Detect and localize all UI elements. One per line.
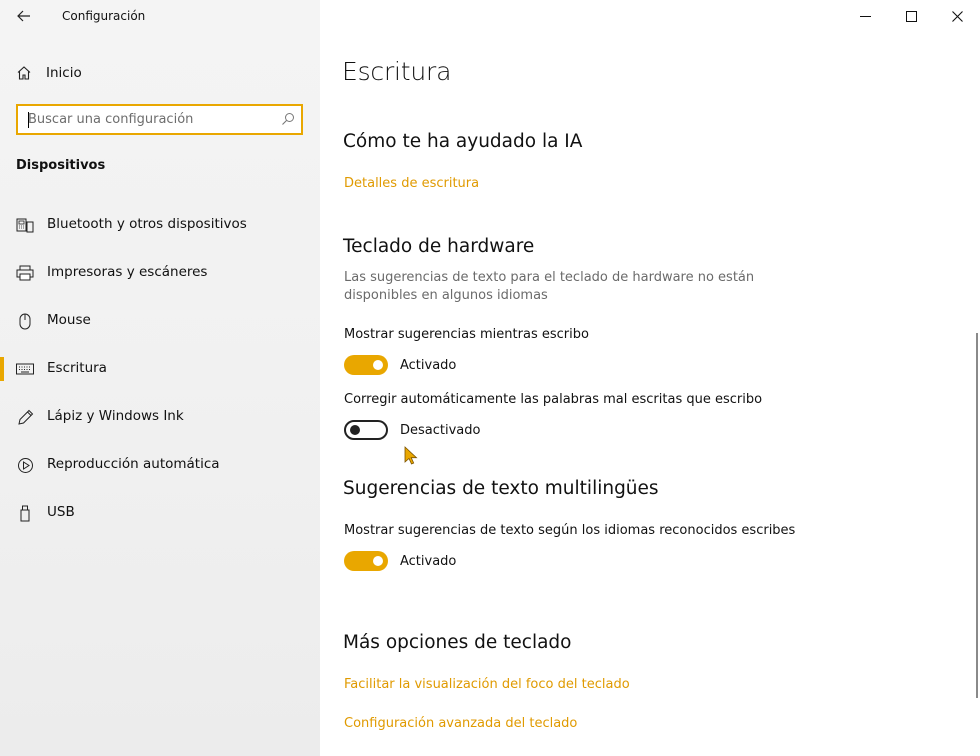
toggle-knob (373, 360, 383, 370)
pen-icon (16, 408, 34, 426)
show-suggestions-label: Mostrar sugerencias mientras escribo (344, 327, 589, 342)
sidebar-item-pen[interactable]: Lápiz y Windows Ink (0, 393, 320, 441)
multilingual-title: Sugerencias de texto multilingües (343, 478, 659, 499)
sidebar-item-label: Mouse (47, 312, 91, 328)
autocorrect-label: Corregir automáticamente las palabras ma… (344, 392, 763, 407)
show-suggestions-toggle[interactable] (344, 355, 388, 375)
search-box[interactable] (16, 104, 303, 135)
typing-details-link[interactable]: Detalles de escritura (344, 176, 479, 191)
search-input[interactable] (18, 106, 278, 133)
sidebar-item-label: Escritura (47, 360, 107, 376)
more-keyboard-options-title: Más opciones de teclado (343, 632, 572, 653)
app-title: Configuración (62, 9, 146, 23)
main-content: Escritura Cómo te ha ayudado la IA Detal… (320, 0, 980, 756)
toggle-state-label: Activado (400, 553, 457, 569)
sidebar-item-autoplay[interactable]: Reproducción automática (0, 441, 320, 489)
sidebar-item-bluetooth[interactable]: Bluetooth y otros dispositivos (0, 201, 320, 249)
sidebar-item-home[interactable]: Inicio (16, 62, 82, 84)
sidebar-item-mouse[interactable]: Mouse (0, 297, 320, 345)
sidebar-item-label: Inicio (46, 65, 82, 81)
hardware-keyboard-title: Teclado de hardware (343, 236, 535, 257)
sidebar-nav: Bluetooth y otros dispositivos Impresora… (0, 201, 320, 537)
section-title: Dispositivos (16, 158, 106, 173)
home-icon (17, 66, 31, 80)
back-button[interactable] (10, 5, 38, 27)
ai-section-title: Cómo te ha ayudado la IA (343, 131, 583, 152)
usb-icon (16, 504, 34, 522)
sidebar-item-label: Lápiz y Windows Ink (47, 408, 184, 424)
toggle-knob (373, 556, 383, 566)
bluetooth-devices-icon (16, 216, 34, 234)
multilingual-label: Mostrar sugerencias de texto según los i… (344, 523, 796, 538)
hardware-keyboard-description: Las sugerencias de texto para el teclado… (344, 270, 755, 303)
sidebar-item-typing[interactable]: Escritura (0, 345, 320, 393)
show-suggestions-toggle-row: Activado (344, 355, 456, 375)
keyboard-icon (16, 360, 34, 378)
autocorrect-toggle[interactable] (344, 420, 388, 440)
sidebar-item-label: Impresoras y escáneres (47, 264, 208, 280)
sidebar: Configuración Inicio Dispositivos Blu (0, 0, 320, 756)
sidebar-item-label: Bluetooth y otros dispositivos (47, 216, 247, 232)
toggle-knob (350, 425, 360, 435)
sidebar-item-label: Reproducción automática (47, 456, 220, 472)
back-arrow-icon (17, 10, 30, 22)
sidebar-item-printers[interactable]: Impresoras y escáneres (0, 249, 320, 297)
multilingual-toggle[interactable] (344, 551, 388, 571)
search-icon[interactable] (281, 112, 295, 126)
multilingual-toggle-row: Activado (344, 551, 456, 571)
mouse-icon (16, 312, 34, 330)
page-title: Escritura (342, 57, 452, 86)
sidebar-item-label: USB (47, 504, 75, 520)
text-caret (28, 112, 29, 128)
toggle-state-label: Desactivado (400, 422, 481, 438)
autoplay-icon (16, 456, 34, 474)
toggle-state-label: Activado (400, 357, 457, 373)
scrollbar[interactable] (976, 333, 978, 698)
printer-icon (16, 264, 34, 282)
autocorrect-toggle-row: Desactivado (344, 420, 480, 440)
advanced-keyboard-link[interactable]: Configuración avanzada del teclado (344, 716, 577, 731)
keyboard-focus-link[interactable]: Facilitar la visualización del foco del … (344, 677, 630, 692)
sidebar-item-usb[interactable]: USB (0, 489, 320, 537)
mouse-cursor-icon (404, 446, 418, 465)
